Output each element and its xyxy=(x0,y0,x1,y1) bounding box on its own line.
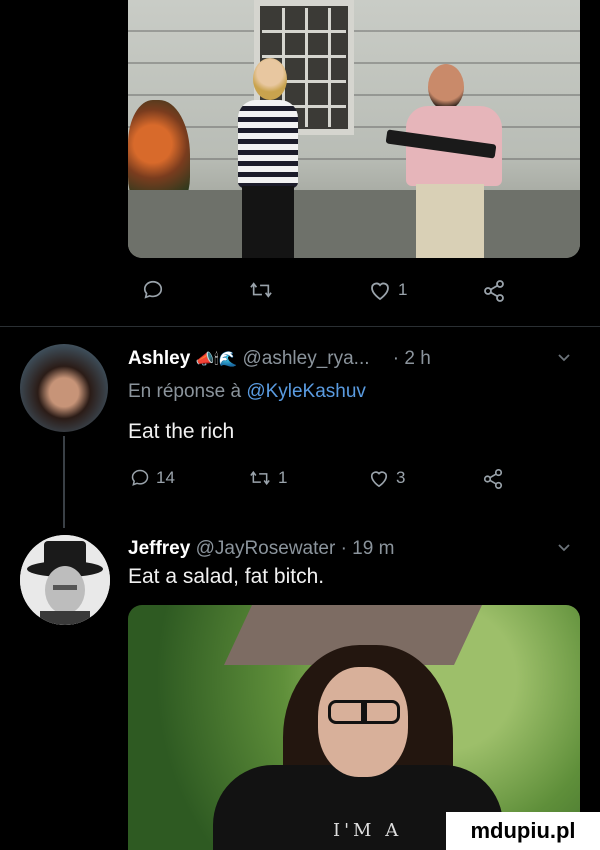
reply-icon xyxy=(131,469,149,486)
share-button[interactable] xyxy=(482,279,506,303)
like-count: 3 xyxy=(396,468,406,487)
chevron-down-icon[interactable] xyxy=(557,353,571,363)
tweet-header: Jeffrey @JayRosewater · 19 m xyxy=(128,538,394,560)
glasses xyxy=(328,700,400,724)
reply-button[interactable]: 14 xyxy=(130,468,175,488)
reply-to-link[interactable]: @KyleKashuv xyxy=(246,381,366,402)
reply-context: En réponse à @KyleKashuv xyxy=(128,381,366,403)
chevron-down-icon[interactable] xyxy=(557,543,571,553)
tweet-time: · 19 m xyxy=(340,538,395,559)
retweet-icon xyxy=(250,282,272,298)
like-icon xyxy=(370,471,388,488)
retweet-count: 1 xyxy=(278,468,288,487)
tweet-text: Eat the rich xyxy=(128,420,235,443)
avatar-ashley[interactable] xyxy=(20,344,108,432)
like-icon xyxy=(371,282,389,301)
avatar-image xyxy=(20,535,110,625)
avatar-jeffrey[interactable] xyxy=(20,535,110,625)
divider xyxy=(0,326,600,327)
reply-icon xyxy=(143,280,163,299)
retweet-button[interactable] xyxy=(248,279,274,301)
like-count: 1 xyxy=(398,280,408,299)
retweet-icon xyxy=(250,470,270,486)
like-button[interactable]: 3 xyxy=(368,468,405,488)
tweet-text: Eat a salad, fat bitch. xyxy=(128,565,325,588)
author-handle[interactable]: @ashley_rya... xyxy=(243,348,370,369)
author-name[interactable]: Jeffrey xyxy=(128,538,190,559)
watermark-logo: mdupiu.pl xyxy=(446,812,600,850)
tweet-photo-top[interactable] xyxy=(128,0,580,258)
reply-button[interactable] xyxy=(142,279,164,301)
reply-prefix: En réponse à xyxy=(128,381,242,402)
share-button[interactable] xyxy=(482,468,504,490)
tweet-time: · 2 h xyxy=(392,348,431,369)
reply-count: 14 xyxy=(156,468,175,487)
share-icon xyxy=(484,280,504,302)
share-icon xyxy=(483,469,503,489)
tweet-header: Ashley 📣🕯🌊 @ashley_rya... · 2 h xyxy=(128,348,431,370)
author-name[interactable]: Ashley xyxy=(128,348,190,369)
thread-line xyxy=(63,436,65,528)
emoji-badges: 📣🕯🌊 xyxy=(195,351,238,368)
author-handle[interactable]: @JayRosewater xyxy=(196,538,336,559)
shirt-text: I'M A xyxy=(333,820,403,841)
retweet-button[interactable]: 1 xyxy=(248,468,287,488)
like-button[interactable]: 1 xyxy=(368,279,407,301)
